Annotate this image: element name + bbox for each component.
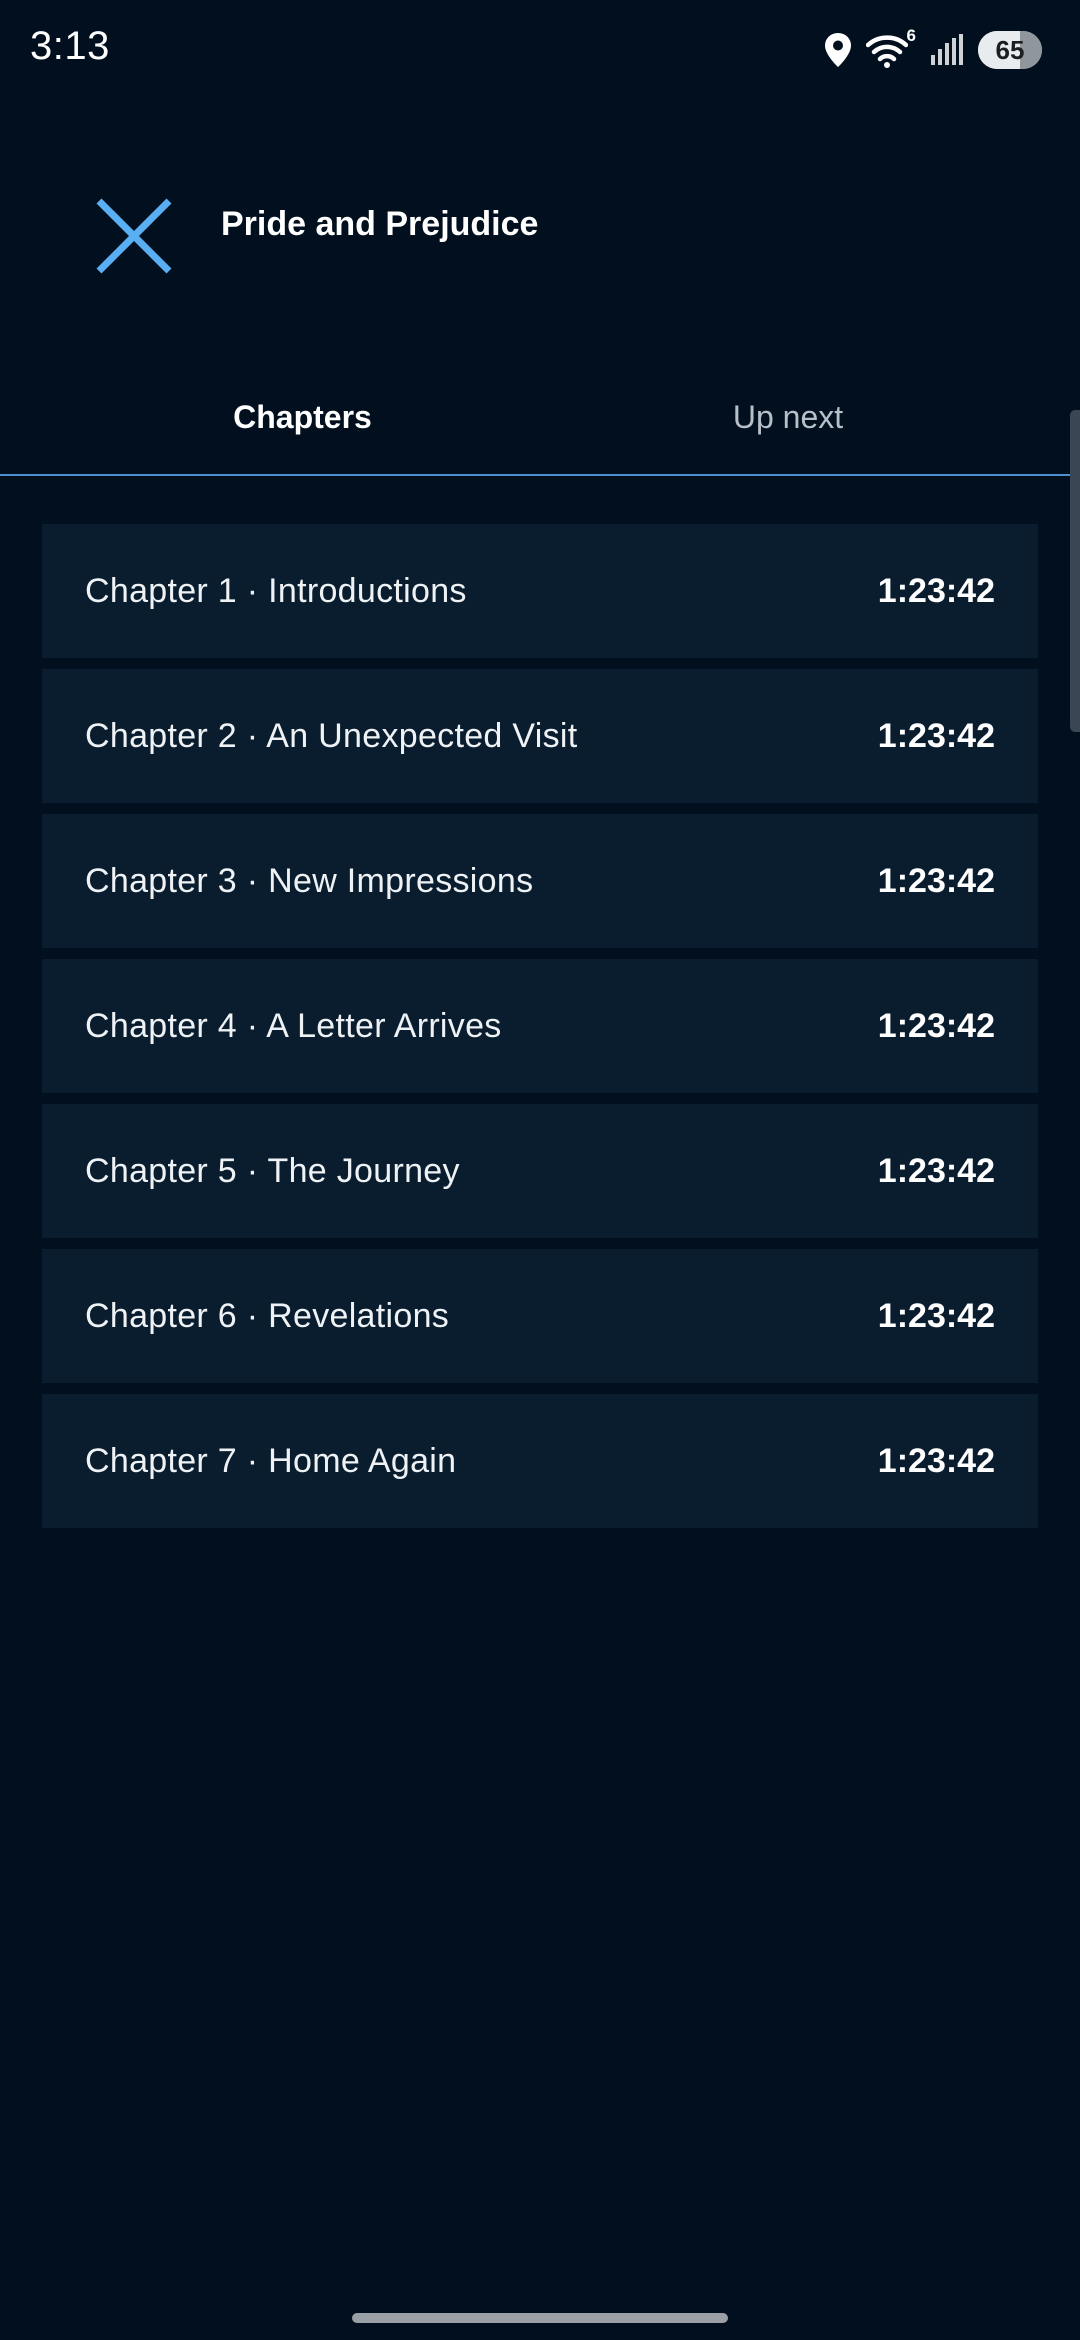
- status-icons: 6 65: [824, 26, 1042, 72]
- book-title: Pride and Prejudice: [221, 205, 539, 243]
- battery-icon: 65: [978, 31, 1042, 69]
- chapter-duration: 1:23:42: [877, 716, 995, 755]
- chapter-list: Chapter 1 · Introductions 1:23:42 Chapte…: [42, 524, 1038, 1539]
- status-time: 3:13: [30, 24, 110, 68]
- tab-bar: Chapters Up next: [0, 360, 1080, 476]
- battery-level-text: 65: [995, 34, 1025, 65]
- chapter-duration: 1:23:42: [877, 1441, 995, 1480]
- chapter-row-5[interactable]: Chapter 5 · The Journey 1:23:42: [42, 1104, 1038, 1238]
- chapter-duration: 1:23:42: [877, 861, 995, 900]
- home-indicator[interactable]: [352, 2313, 728, 2323]
- chapter-duration: 1:23:42: [877, 1296, 995, 1335]
- chapter-title: Chapter 7 · Home Again: [85, 1441, 457, 1480]
- close-icon: [96, 198, 172, 274]
- scrollbar-thumb[interactable]: [1070, 410, 1080, 732]
- tab-chapters[interactable]: Chapters: [0, 360, 605, 474]
- chapter-duration: 1:23:42: [877, 1151, 995, 1190]
- close-button[interactable]: [84, 186, 184, 286]
- chapter-row-1[interactable]: Chapter 1 · Introductions 1:23:42: [42, 524, 1038, 658]
- signal-icon: [930, 33, 964, 67]
- wifi-icon: 6: [866, 26, 916, 70]
- status-bar: 3:13 6 65: [0, 0, 1080, 100]
- chapter-row-7[interactable]: Chapter 7 · Home Again 1:23:42: [42, 1394, 1038, 1528]
- location-icon: [824, 32, 852, 68]
- chapter-title: Chapter 2 · An Unexpected Visit: [85, 716, 578, 755]
- wifi-badge: 6: [906, 26, 916, 45]
- chapter-title: Chapter 6 · Revelations: [85, 1296, 450, 1335]
- chapter-title: Chapter 4 · A Letter Arrives: [85, 1006, 502, 1045]
- chapter-row-2[interactable]: Chapter 2 · An Unexpected Visit 1:23:42: [42, 669, 1038, 803]
- chapter-row-4[interactable]: Chapter 4 · A Letter Arrives 1:23:42: [42, 959, 1038, 1093]
- chapter-row-3[interactable]: Chapter 3 · New Impressions 1:23:42: [42, 814, 1038, 948]
- chapter-duration: 1:23:42: [877, 571, 995, 610]
- chapter-title: Chapter 5 · The Journey: [85, 1151, 460, 1190]
- chapter-title: Chapter 3 · New Impressions: [85, 861, 534, 900]
- chapter-title: Chapter 1 · Introductions: [85, 571, 467, 610]
- chapter-row-6[interactable]: Chapter 6 · Revelations 1:23:42: [42, 1249, 1038, 1383]
- tab-up-next[interactable]: Up next: [605, 360, 971, 474]
- chapter-duration: 1:23:42: [877, 1006, 995, 1045]
